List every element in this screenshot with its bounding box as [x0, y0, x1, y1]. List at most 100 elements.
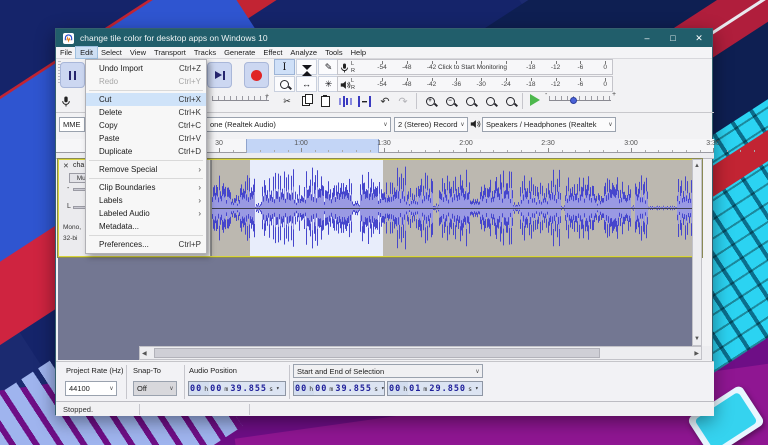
- vertical-scrollbar[interactable]: ▲ ▼: [692, 159, 702, 346]
- time-digit-group[interactable]: 00: [388, 384, 402, 394]
- menu-item-labeled-audio[interactable]: Labeled Audio›: [86, 207, 206, 220]
- menu-item-copy[interactable]: CopyCtrl+C: [86, 119, 206, 132]
- time-digit-group[interactable]: 29.850: [428, 384, 467, 394]
- time-digit-group[interactable]: 01: [408, 384, 422, 394]
- scroll-right-arrow[interactable]: ▶: [694, 349, 699, 359]
- trim-audio-button[interactable]: [336, 93, 354, 109]
- cut-audio-button[interactable]: ✂: [278, 93, 296, 109]
- paste-audio-button[interactable]: [316, 93, 334, 109]
- zoom-out-icon: −: [446, 97, 455, 106]
- menubar-item-transport[interactable]: Transport: [150, 47, 190, 58]
- menubar-item-help[interactable]: Help: [347, 47, 370, 58]
- time-digit-group[interactable]: 00: [209, 384, 223, 394]
- zoom-tool-button[interactable]: [274, 76, 295, 92]
- recording-meter[interactable]: LR -54-48-42-18-12-60 Click to Start Mon…: [337, 59, 613, 75]
- menubar-item-file[interactable]: File: [56, 47, 76, 58]
- zoom-out-button[interactable]: −: [441, 93, 459, 109]
- time-digit-group[interactable]: 00: [294, 384, 308, 394]
- scroll-down-arrow[interactable]: ▼: [693, 334, 701, 344]
- time-field-spinner[interactable]: ▾: [379, 385, 387, 392]
- copy-audio-button[interactable]: [297, 93, 315, 109]
- zoom-in-button[interactable]: +: [421, 93, 439, 109]
- playspeed-slider-thumb[interactable]: [570, 97, 577, 104]
- menu-item-labels[interactable]: Labels›: [86, 194, 206, 207]
- menu-item-preferences[interactable]: Preferences...Ctrl+P: [86, 238, 206, 251]
- multi-tool-button[interactable]: ✳: [318, 76, 339, 92]
- zoom-fit-button[interactable]: [481, 93, 499, 109]
- project-rate-dropdown[interactable]: 44100∨: [65, 381, 117, 396]
- menu-item-duplicate[interactable]: DuplicateCtrl+D: [86, 145, 206, 158]
- menubar-item-analyze[interactable]: Analyze: [286, 47, 321, 58]
- close-button[interactable]: ✕: [686, 29, 712, 47]
- record-button[interactable]: [244, 62, 269, 88]
- time-digit-group[interactable]: 39.855: [229, 384, 268, 394]
- track-name[interactable]: cha: [73, 162, 84, 169]
- zoom-toggle-button[interactable]: [501, 93, 519, 109]
- hours-group[interactable]: 00h: [388, 382, 408, 395]
- meter-tick-label: -24: [501, 81, 510, 88]
- hours-group[interactable]: 00h: [189, 382, 209, 395]
- menu-item-paste[interactable]: PasteCtrl+V: [86, 132, 206, 145]
- timeline-selection-region[interactable]: [246, 139, 379, 153]
- audio-position-label: Audio Position: [189, 366, 237, 375]
- track-close-icon[interactable]: ✕: [63, 162, 69, 170]
- chevron-down-icon: ∨: [473, 368, 482, 375]
- menubar-item-tools[interactable]: Tools: [321, 47, 347, 58]
- zoom-selection-button[interactable]: [461, 93, 479, 109]
- maximize-button[interactable]: □: [660, 29, 686, 47]
- horizontal-scrollbar[interactable]: ◀ ▶: [139, 346, 702, 360]
- time-field-spinner[interactable]: ▾: [274, 385, 282, 392]
- menubar-item-effect[interactable]: Effect: [259, 47, 286, 58]
- horizontal-scrollbar-thumb[interactable]: [154, 348, 600, 358]
- play-at-speed-button[interactable]: [526, 92, 544, 108]
- envelope-tool-button[interactable]: [296, 59, 317, 75]
- minimize-button[interactable]: –: [634, 29, 660, 47]
- selection-tool-button[interactable]: I: [274, 59, 295, 75]
- pause-button[interactable]: [60, 62, 85, 88]
- undo-button[interactable]: ↶: [376, 93, 394, 109]
- mixer-slider-track[interactable]: [212, 100, 269, 101]
- playspeed-slider-track[interactable]: [549, 100, 611, 101]
- redo-button[interactable]: ↷: [394, 93, 412, 109]
- ruler-minor-tick: [356, 150, 357, 152]
- time-digit-group[interactable]: 39.855: [334, 384, 373, 394]
- titlebar[interactable]: change tile color for desktop apps on Wi…: [56, 29, 712, 47]
- menu-item-undo-import[interactable]: Undo ImportCtrl+Z: [86, 62, 206, 75]
- menu-item-remove-special[interactable]: Remove Special›: [86, 163, 206, 176]
- monitoring-text[interactable]: Click to Start Monitoring: [438, 64, 507, 71]
- menu-item-delete[interactable]: DeleteCtrl+K: [86, 106, 206, 119]
- menu-item-clip-boundaries[interactable]: Clip Boundaries›: [86, 181, 206, 194]
- menubar-item-tracks[interactable]: Tracks: [190, 47, 220, 58]
- audio-position-field[interactable]: 00h00m39.855s▾: [188, 381, 286, 396]
- playback-device-dropdown[interactable]: Speakers / Headphones (Realtek∨: [482, 117, 616, 132]
- menubar-item-view[interactable]: View: [126, 47, 150, 58]
- silence-audio-button[interactable]: [355, 93, 373, 109]
- menubar-item-select[interactable]: Select: [97, 47, 126, 58]
- menubar-item-generate[interactable]: Generate: [220, 47, 259, 58]
- playback-meter[interactable]: LR -54-48-42-36-30-24-18-12-60: [337, 76, 613, 92]
- mic-icon: [340, 62, 349, 74]
- time-digit-group[interactable]: 00: [314, 384, 328, 394]
- timeshift-tool-button[interactable]: ↔: [296, 76, 317, 92]
- skip-to-end-button[interactable]: [207, 62, 232, 88]
- snap-to-dropdown[interactable]: Off∨: [133, 381, 177, 396]
- draw-tool-button[interactable]: ✎: [318, 59, 339, 75]
- menubar-item-edit[interactable]: Edit: [76, 47, 97, 58]
- menu-item-redo[interactable]: RedoCtrl+Y: [86, 75, 206, 88]
- recording-channels-dropdown[interactable]: 2 (Stereo) Recording Cha∨: [394, 117, 468, 132]
- hours-group[interactable]: 00h: [294, 382, 314, 395]
- ruler-minor-tick: [658, 150, 659, 152]
- audio-clip[interactable]: [211, 160, 694, 256]
- time-field-spinner[interactable]: ▾: [473, 385, 481, 392]
- scroll-left-arrow[interactable]: ◀: [142, 349, 147, 359]
- ruler-tick: [219, 148, 220, 152]
- time-digit-group[interactable]: 00: [189, 384, 203, 394]
- scroll-up-arrow[interactable]: ▲: [693, 161, 701, 171]
- audio-host-dropdown[interactable]: MME: [59, 117, 85, 132]
- selection-end-field[interactable]: 00h01m29.850s▾: [387, 381, 483, 396]
- selection-start-field[interactable]: 00h00m39.855s▾: [293, 381, 385, 396]
- menu-item-metadata[interactable]: Metadata...: [86, 220, 206, 233]
- menu-item-cut[interactable]: CutCtrl+X: [86, 93, 206, 106]
- ruler-minor-tick: [315, 150, 316, 152]
- selection-mode-dropdown[interactable]: Start and End of Selection∨: [293, 364, 483, 378]
